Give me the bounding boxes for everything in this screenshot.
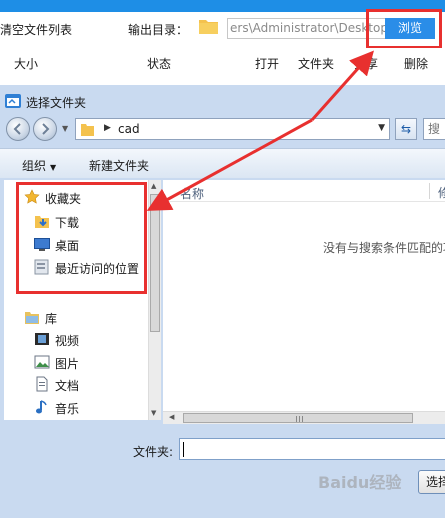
video-icon <box>35 333 49 345</box>
scroll-up-icon[interactable]: ▲ <box>151 182 156 190</box>
column-modified[interactable]: 修 <box>438 184 445 201</box>
address-bar[interactable]: ▶ cad ▼ <box>75 118 390 140</box>
back-button[interactable] <box>6 117 30 141</box>
command-bar: 组织 ▼ 新建文件夹 <box>0 148 445 178</box>
picture-icon <box>34 355 50 369</box>
navigation-bar: ▼ ▶ cad ▼ ⇆ 搜 <box>0 115 445 145</box>
select-folder-dialog: 选择文件夹 ▼ ▶ cad ▼ ⇆ 搜 组织 ▼ 新建文件夹 收藏夹 下载 桌面… <box>0 85 445 518</box>
column-open: 打开 <box>255 57 280 71</box>
output-dir-label: 输出目录： <box>128 23 189 37</box>
column-name[interactable]: 名称 <box>180 185 204 202</box>
file-list-pane: 名称 修 没有与搜索条件匹配的项。 <box>163 180 445 411</box>
thumb-grip <box>302 416 303 422</box>
tree-label-documents: 文档 <box>55 379 80 393</box>
select-folder-button[interactable]: 选择 <box>418 470 445 494</box>
forward-arrow-icon <box>42 123 50 135</box>
refresh-icon: ⇆ <box>400 122 412 136</box>
thumb-grip <box>299 416 300 422</box>
folder-icon[interactable] <box>199 18 218 34</box>
thumb-grip <box>296 416 297 422</box>
library-icon <box>25 312 39 324</box>
recent-pages-chevron-icon[interactable]: ▼ <box>62 124 68 133</box>
tree-label-pictures: 图片 <box>55 357 80 371</box>
column-delete: 删除 <box>404 57 429 71</box>
empty-list-message: 没有与搜索条件匹配的项。 <box>323 241 445 255</box>
column-status: 状态 <box>147 57 172 71</box>
address-text[interactable]: cad <box>118 122 140 136</box>
organize-button[interactable]: 组织 ▼ <box>22 157 56 174</box>
horizontal-scroll-thumb[interactable] <box>183 413 413 423</box>
tree-label-libraries: 库 <box>45 312 58 326</box>
file-list-header <box>0 48 445 78</box>
document-icon <box>36 376 48 392</box>
folder-name-input[interactable] <box>179 438 445 460</box>
dialog-folder-icon <box>5 94 21 108</box>
organize-label: 组织 <box>22 159 47 173</box>
horizontal-scrollbar[interactable]: ◀ <box>163 411 445 424</box>
forward-button[interactable] <box>33 117 57 141</box>
tree-label-videos: 视频 <box>55 334 80 348</box>
dialog-title-bar: 选择文件夹 <box>0 85 445 112</box>
refresh-button[interactable]: ⇆ <box>395 118 417 140</box>
back-arrow-icon <box>13 123 21 135</box>
address-folder-icon <box>81 124 94 136</box>
music-note-icon <box>36 400 47 414</box>
breadcrumb-chevron-icon[interactable]: ▶ <box>104 123 111 133</box>
text-caret <box>183 442 184 457</box>
favorites-highlight-box <box>16 182 147 294</box>
dialog-title: 选择文件夹 <box>26 96 87 110</box>
folder-name-label: 文件夹: <box>133 445 174 459</box>
column-size: 大小 <box>14 57 39 71</box>
organize-chevron-icon: ▼ <box>50 163 57 172</box>
scroll-down-icon[interactable]: ▼ <box>151 409 156 417</box>
column-folder: 文件夹 <box>298 57 335 71</box>
scroll-left-icon[interactable]: ◀ <box>169 413 174 421</box>
watermark: Baidu经验 <box>318 473 402 492</box>
tree-label-music: 音乐 <box>55 402 80 416</box>
clear-list-button[interactable]: 清空文件列表 <box>0 21 72 38</box>
output-path-input[interactable]: ers\Administrator\Desktop <box>227 18 387 39</box>
browse-highlight-box <box>366 9 442 49</box>
navigation-scroll-thumb[interactable] <box>150 194 160 332</box>
search-input[interactable]: 搜 <box>423 118 445 140</box>
navigation-scrollbar[interactable]: ▲ ▼ <box>148 180 161 420</box>
column-divider[interactable] <box>429 183 430 199</box>
list-column-header: 名称 修 <box>163 180 445 202</box>
column-share: 分享 <box>354 57 379 71</box>
new-folder-button[interactable]: 新建文件夹 <box>89 157 149 174</box>
address-dropdown-icon[interactable]: ▼ <box>378 123 385 133</box>
